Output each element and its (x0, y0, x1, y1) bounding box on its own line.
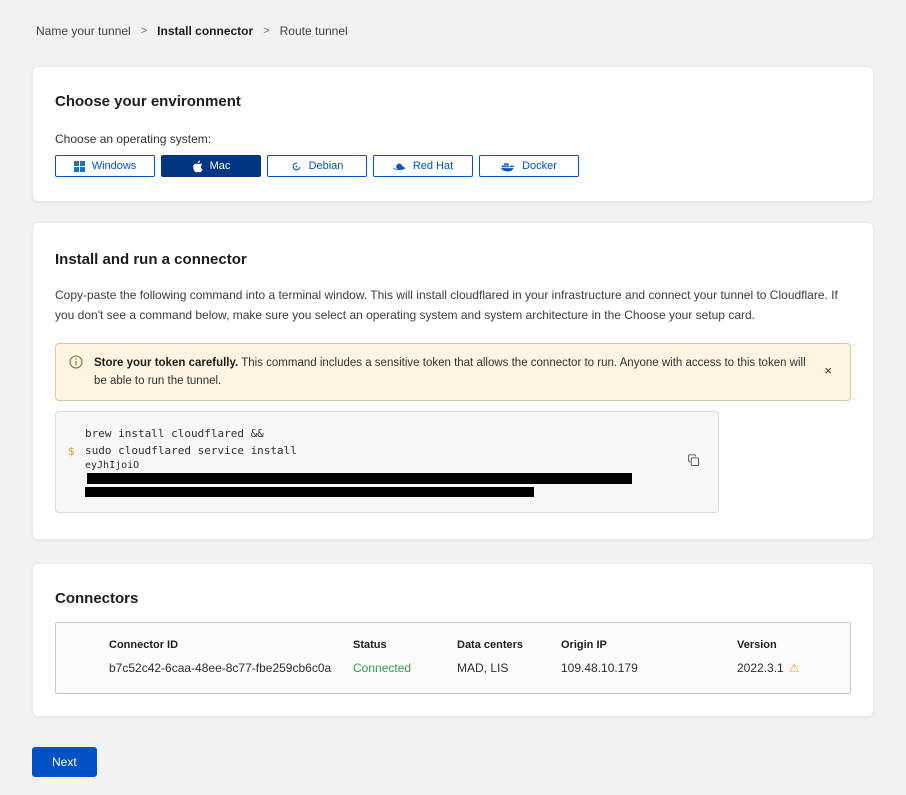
apple-icon (192, 160, 203, 173)
install-card: Install and run a connector Copy-paste t… (32, 222, 874, 540)
connector-data-centers-value: MAD, LIS (457, 661, 561, 675)
close-warning-button[interactable]: × (820, 362, 836, 379)
connectors-table-header: Connector ID Status Data centers Origin … (109, 639, 834, 661)
windows-icon (74, 161, 85, 172)
os-button-debian[interactable]: Debian (267, 155, 367, 177)
environment-card: Choose your environment Choose an operat… (32, 66, 874, 202)
os-button-label: Docker (522, 160, 557, 172)
os-button-mac[interactable]: Mac (161, 155, 261, 177)
os-button-label: Debian (309, 160, 344, 172)
os-button-group: Windows Mac Debian Red Hat (55, 155, 851, 177)
connector-table-row: b7c52c42-6caa-48ee-8c77-fbe259cb6c0a Con… (109, 661, 834, 675)
redacted-token-bar (87, 473, 632, 484)
token-warning-bold: Store your token carefully. (94, 357, 238, 369)
os-button-label: Red Hat (413, 160, 453, 172)
connector-version-cell: 2022.3.1 ⚠ (737, 661, 834, 675)
connectors-card-title: Connectors (55, 590, 851, 607)
install-description: Copy-paste the following command into a … (55, 286, 851, 326)
breadcrumb-item-install-connector[interactable]: Install connector (157, 24, 253, 38)
token-warning-banner: Store your token carefully. This command… (55, 343, 851, 402)
os-button-label: Mac (210, 160, 231, 172)
info-icon (69, 355, 83, 372)
install-card-title: Install and run a connector (55, 251, 851, 268)
column-header-version: Version (737, 639, 834, 651)
token-prefix: eyJhIjoiO (85, 460, 139, 471)
breadcrumb-separator-icon: > (263, 25, 269, 37)
connector-version-value: 2022.3.1 (737, 661, 784, 675)
os-select-label: Choose an operating system: (55, 132, 851, 146)
page: Name your tunnel > Install connector > R… (0, 0, 906, 795)
next-button[interactable]: Next (32, 747, 97, 777)
connectors-card: Connectors Connector ID Status Data cent… (32, 563, 874, 717)
install-command-line-1: brew install cloudflared && (85, 425, 674, 442)
terminal-prompt: $ (68, 445, 75, 458)
column-header-connector-id: Connector ID (109, 639, 353, 651)
copy-command-button[interactable] (685, 452, 702, 472)
breadcrumb-item-name-your-tunnel[interactable]: Name your tunnel (36, 24, 131, 38)
redhat-icon (393, 161, 406, 172)
column-header-data-centers: Data centers (457, 639, 561, 651)
redacted-token-bar (85, 487, 534, 497)
breadcrumb-separator-icon: > (141, 25, 147, 37)
os-button-windows[interactable]: Windows (55, 155, 155, 177)
version-warning-icon: ⚠ (789, 661, 800, 675)
copy-icon (687, 455, 700, 470)
os-button-docker[interactable]: Docker (479, 155, 579, 177)
token-line: eyJhIjoiO (85, 459, 674, 485)
install-command-block: $ brew install cloudflared && sudo cloud… (55, 411, 719, 513)
install-command-line-2: sudo cloudflared service install (85, 442, 674, 459)
docker-icon (501, 161, 515, 172)
os-button-label: Windows (92, 160, 137, 172)
os-button-redhat[interactable]: Red Hat (373, 155, 473, 177)
breadcrumb-item-route-tunnel[interactable]: Route tunnel (280, 24, 348, 38)
environment-card-title: Choose your environment (55, 93, 851, 110)
breadcrumb: Name your tunnel > Install connector > R… (0, 0, 906, 38)
token-warning-text: Store your token carefully. This command… (94, 354, 809, 391)
column-header-origin-ip: Origin IP (561, 639, 737, 651)
token-line (85, 485, 674, 498)
connector-id-value: b7c52c42-6caa-48ee-8c77-fbe259cb6c0a (109, 661, 353, 675)
column-header-status: Status (353, 639, 457, 651)
connectors-table: Connector ID Status Data centers Origin … (55, 622, 851, 694)
connector-status-badge: Connected (353, 661, 457, 675)
connector-origin-ip-value: 109.48.10.179 (561, 661, 737, 675)
debian-icon (291, 161, 302, 172)
